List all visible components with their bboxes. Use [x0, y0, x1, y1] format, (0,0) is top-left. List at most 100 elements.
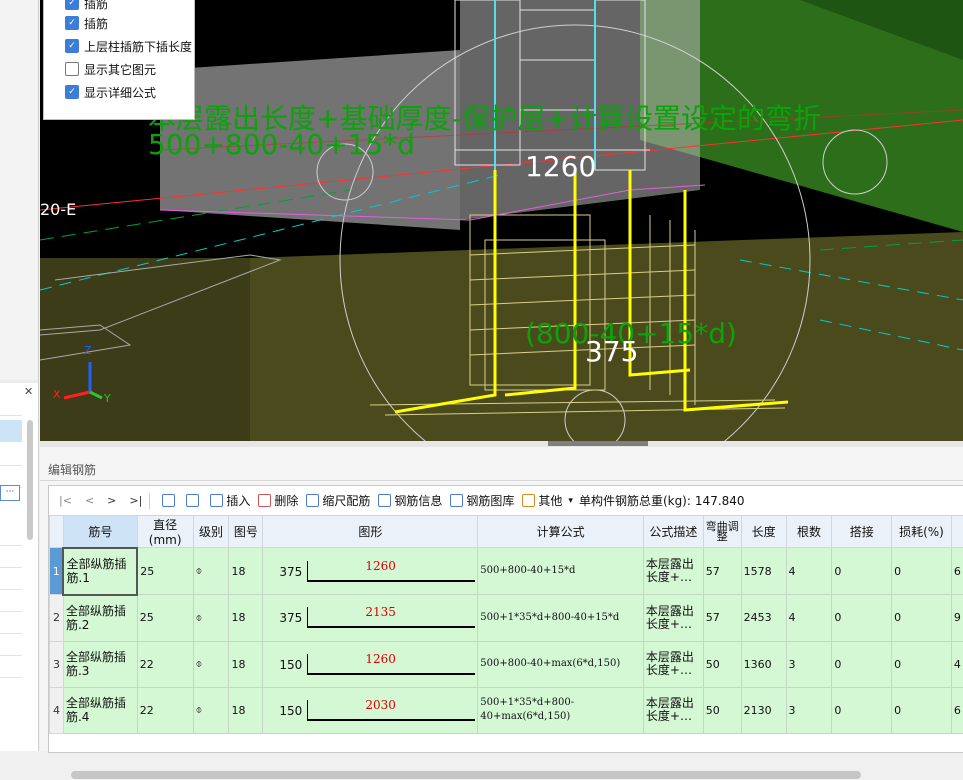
figno-cell[interactable]: 18	[229, 687, 263, 733]
list-item[interactable]	[0, 523, 22, 546]
list-item[interactable]	[0, 633, 22, 656]
extra-cell[interactable]: 6	[951, 687, 963, 733]
option-show-other-elements[interactable]: 显示其它图元	[65, 59, 156, 79]
next-record-button[interactable]: >	[107, 494, 116, 507]
shape-cell[interactable]: 375 2135	[263, 595, 478, 642]
scale-rebar-icon[interactable]	[306, 494, 319, 507]
desc-cell[interactable]: 本层露出长度+…	[643, 595, 703, 642]
rebar-info-button[interactable]: 钢筋信息	[394, 492, 442, 509]
grade-cell[interactable]: ⌽	[193, 641, 229, 687]
row-number[interactable]: 4	[50, 687, 64, 733]
shape-cell[interactable]: 150 1260	[263, 641, 478, 687]
diameter-cell[interactable]: 22	[137, 687, 193, 733]
list-item[interactable]	[0, 655, 22, 678]
close-icon[interactable]: ✕	[24, 385, 33, 398]
desc-cell[interactable]: 本层露出长度+…	[643, 641, 703, 687]
scrollbar-thumb[interactable]	[71, 771, 861, 779]
list-item[interactable]	[0, 443, 22, 466]
column-header-loss[interactable]: 损耗(%)	[892, 516, 952, 548]
column-header-desc[interactable]: 公式描述	[643, 516, 703, 548]
loss-cell[interactable]: 0	[892, 548, 952, 595]
rebar-info-icon[interactable]	[378, 494, 391, 507]
column-header-formula[interactable]: 计算公式	[478, 516, 644, 548]
count-cell[interactable]: 4	[786, 595, 832, 642]
other-icon[interactable]	[522, 494, 535, 507]
grade-cell[interactable]: ⌽	[193, 687, 229, 733]
lap-cell[interactable]: 0	[832, 687, 892, 733]
list-item[interactable]	[0, 589, 22, 612]
diameter-cell[interactable]: 25	[137, 548, 193, 595]
figno-cell[interactable]: 18	[229, 641, 263, 687]
insert-button[interactable]: 插入	[226, 492, 250, 509]
loss-cell[interactable]: 0	[892, 687, 952, 733]
count-cell[interactable]: 3	[786, 687, 832, 733]
column-header-lap[interactable]: 搭接	[832, 516, 892, 548]
rebar-library-icon[interactable]	[450, 494, 463, 507]
diameter-cell[interactable]: 25	[137, 595, 193, 642]
rebar-library-button[interactable]: 钢筋图库	[466, 492, 514, 509]
rebar-name-cell[interactable]: 全部纵筋插筋.2	[63, 595, 137, 642]
column-header-shape[interactable]: 图形	[263, 516, 478, 548]
bend-cell[interactable]: 57	[703, 595, 741, 642]
checkbox[interactable]	[65, 62, 79, 76]
first-record-button[interactable]: |<	[59, 494, 72, 507]
rebar-name-cell[interactable]: 全部纵筋插筋.1	[63, 548, 137, 595]
bend-cell[interactable]: 50	[703, 687, 741, 733]
lap-cell[interactable]: 0	[832, 548, 892, 595]
horizontal-scrollbar[interactable]	[69, 770, 929, 780]
table-row[interactable]: 4 全部纵筋插筋.4 22 ⌽ 18 150 2030	[50, 687, 963, 733]
checkbox[interactable]: ✓	[65, 16, 79, 30]
row-number[interactable]: 2	[50, 595, 64, 642]
length-cell[interactable]: 2130	[741, 687, 786, 733]
loss-cell[interactable]: 0	[892, 595, 952, 642]
diameter-cell[interactable]: 22	[137, 641, 193, 687]
insert-icon[interactable]	[210, 494, 223, 507]
more-button[interactable]: ···	[0, 485, 20, 501]
list-item[interactable]	[0, 545, 22, 568]
option-show-detailed-formula[interactable]: ✓显示详细公式	[65, 82, 156, 102]
checkbox[interactable]: ✓	[65, 0, 79, 10]
list-item[interactable]	[0, 393, 22, 416]
selected-list-item[interactable]	[0, 420, 22, 442]
checkbox[interactable]: ✓	[65, 85, 79, 99]
column-header-count[interactable]: 根数	[786, 516, 832, 548]
list-item[interactable]	[0, 567, 22, 590]
desc-cell[interactable]: 本层露出长度+…	[643, 687, 703, 733]
3d-viewport[interactable]: 本层露出长度+基础厚度-保护层+计算设置设定的弯折 500+800-40+15*…	[40, 0, 963, 441]
option-rebar-1[interactable]: ✓插筋	[65, 0, 108, 13]
lap-cell[interactable]: 0	[832, 595, 892, 642]
loss-cell[interactable]: 0	[892, 641, 952, 687]
chevron-down-icon[interactable]: ▾	[568, 496, 573, 506]
splitter-grip[interactable]	[548, 441, 648, 446]
checkbox[interactable]: ✓	[65, 39, 79, 53]
count-cell[interactable]: 3	[786, 641, 832, 687]
grade-cell[interactable]: ⌽	[193, 548, 229, 595]
rebar-name-cell[interactable]: 全部纵筋插筋.3	[63, 641, 137, 687]
option-rebar-2[interactable]: ✓插筋	[65, 13, 108, 33]
table-row[interactable]: 3 全部纵筋插筋.3 22 ⌽ 18 150 1260	[50, 641, 963, 687]
column-header-length[interactable]: 长度	[741, 516, 786, 548]
other-dropdown[interactable]: 其他	[538, 492, 562, 509]
shape-cell[interactable]: 150 2030	[263, 687, 478, 733]
row-number[interactable]: 3	[50, 641, 64, 687]
table-row[interactable]: 1 全部纵筋插筋.1 25 ⌽ 18 375 1260	[50, 548, 963, 595]
formula-cell[interactable]: 500+1*35*d+800-40+max(6*d,150)	[478, 687, 644, 733]
table-row[interactable]: 2 全部纵筋插筋.2 25 ⌽ 18 375 2135	[50, 595, 963, 642]
formula-cell[interactable]: 500+800-40+max(6*d,150)	[478, 641, 644, 687]
bend-cell[interactable]: 57	[703, 548, 741, 595]
list-item[interactable]	[0, 611, 22, 634]
rebar-name-cell[interactable]: 全部纵筋插筋.4	[63, 687, 137, 733]
grade-cell[interactable]: ⌽	[193, 595, 229, 642]
desc-cell[interactable]: 本层露出长度+…	[643, 548, 703, 595]
formula-cell[interactable]: 500+1*35*d+800-40+15*d	[478, 595, 644, 642]
figno-cell[interactable]: 18	[229, 595, 263, 642]
move-up-icon[interactable]	[162, 494, 175, 507]
extra-cell[interactable]: 9	[951, 595, 963, 642]
bend-cell[interactable]: 50	[703, 641, 741, 687]
column-header-name[interactable]: 筋号	[63, 516, 137, 548]
extra-cell[interactable]: 6	[951, 548, 963, 595]
column-header-figno[interactable]: 图号	[229, 516, 263, 548]
row-number[interactable]: 1	[50, 548, 64, 595]
delete-icon[interactable]	[258, 494, 271, 507]
prev-record-button[interactable]: <	[85, 494, 94, 507]
